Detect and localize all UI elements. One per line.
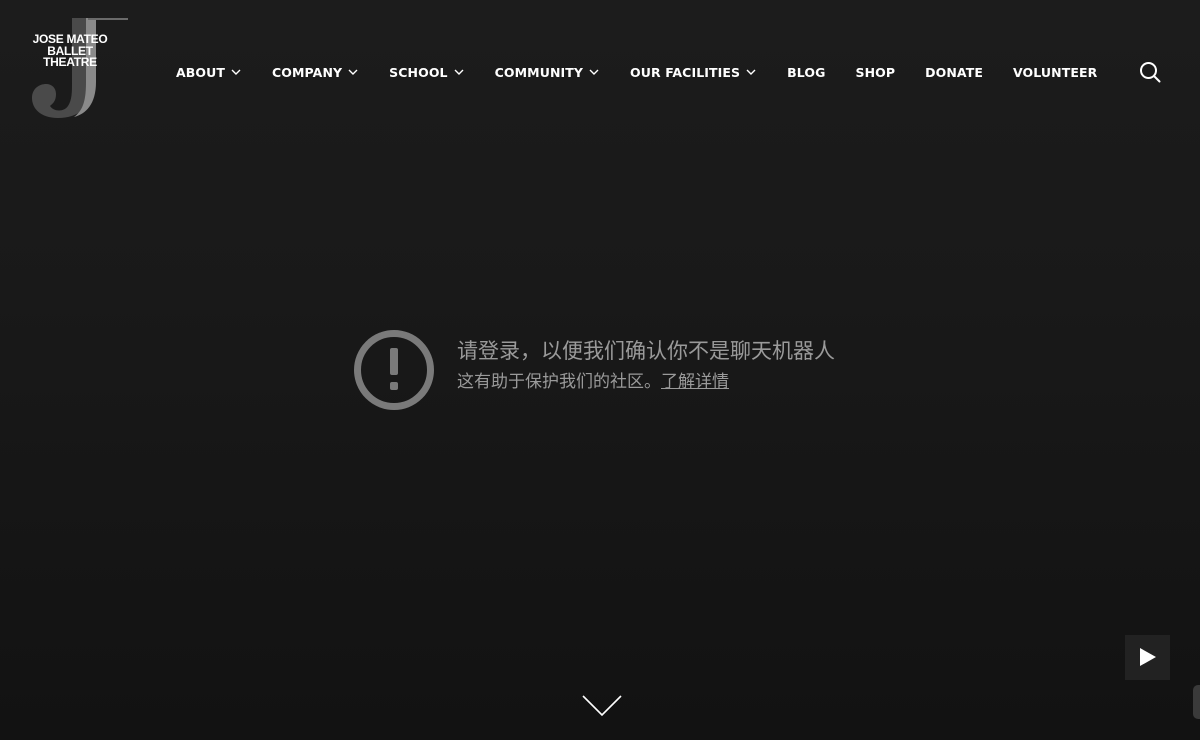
chevron-down-icon	[746, 69, 756, 75]
nav-item-about[interactable]: ABOUT	[176, 65, 241, 80]
chevron-down-icon	[589, 69, 599, 75]
nav-label: COMMUNITY	[494, 64, 584, 80]
chevron-down-icon	[454, 69, 464, 75]
login-notice: 请登录，以便我们确认你不是聊天机器人 这有助于保护我们的社区。了解详情	[353, 329, 835, 411]
play-icon	[1140, 648, 1156, 666]
nav-label: DONATE	[925, 64, 983, 80]
notice-text: 请登录，以便我们确认你不是聊天机器人 这有助于保护我们的社区。了解详情	[457, 329, 835, 393]
search-icon	[1140, 62, 1161, 83]
nav-label: VOLUNTEER	[1012, 64, 1098, 80]
logo-line: THEATRE	[43, 55, 97, 69]
chevron-down-icon	[348, 69, 358, 75]
nav-item-shop[interactable]: SHOP	[855, 65, 895, 80]
nav-item-school[interactable]: SCHOOL	[389, 64, 464, 80]
nav-label: COMPANY	[272, 64, 343, 80]
nav-item-company[interactable]: COMPANY	[272, 65, 358, 80]
learn-more-link[interactable]: 了解详情	[661, 372, 729, 392]
nav-item-our-facilities[interactable]: OUR FACILITIES	[630, 65, 756, 80]
page: JOSE MATEO BALLET THEATRE ABOUT COMPANY …	[0, 0, 1200, 740]
nav-item-donate[interactable]: DONATE	[925, 65, 983, 80]
notice-subtitle-text: 这有助于保护我们的社区。	[457, 372, 661, 392]
site-logo[interactable]: JOSE MATEO BALLET THEATRE	[28, 16, 132, 120]
nav-item-volunteer[interactable]: VOLUNTEER	[1013, 65, 1097, 80]
scroll-down-button[interactable]	[582, 694, 622, 718]
search-button[interactable]	[1139, 61, 1161, 83]
exclamation-circle-icon	[354, 330, 434, 410]
edge-tab[interactable]	[1193, 685, 1200, 719]
nav-item-blog[interactable]: BLOG	[787, 65, 825, 80]
chevron-down-icon	[231, 69, 241, 75]
nav-label: SHOP	[855, 64, 896, 80]
play-button[interactable]	[1125, 635, 1170, 680]
chevron-down-icon	[582, 695, 622, 717]
logo-text: JOSE MATEO BALLET THEATRE	[28, 33, 112, 69]
main-nav: ABOUT COMPANY SCHOOL COMMUNITY OUR FACIL…	[176, 60, 1097, 84]
notice-title: 请登录，以便我们确认你不是聊天机器人	[457, 339, 835, 363]
nav-label: BLOG	[787, 64, 826, 80]
nav-label: OUR FACILITIES	[630, 64, 741, 80]
nav-label: ABOUT	[176, 64, 226, 80]
nav-item-community[interactable]: COMMUNITY	[495, 65, 599, 80]
nav-label: SCHOOL	[389, 64, 448, 80]
notice-subtitle: 这有助于保护我们的社区。了解详情	[457, 371, 835, 393]
